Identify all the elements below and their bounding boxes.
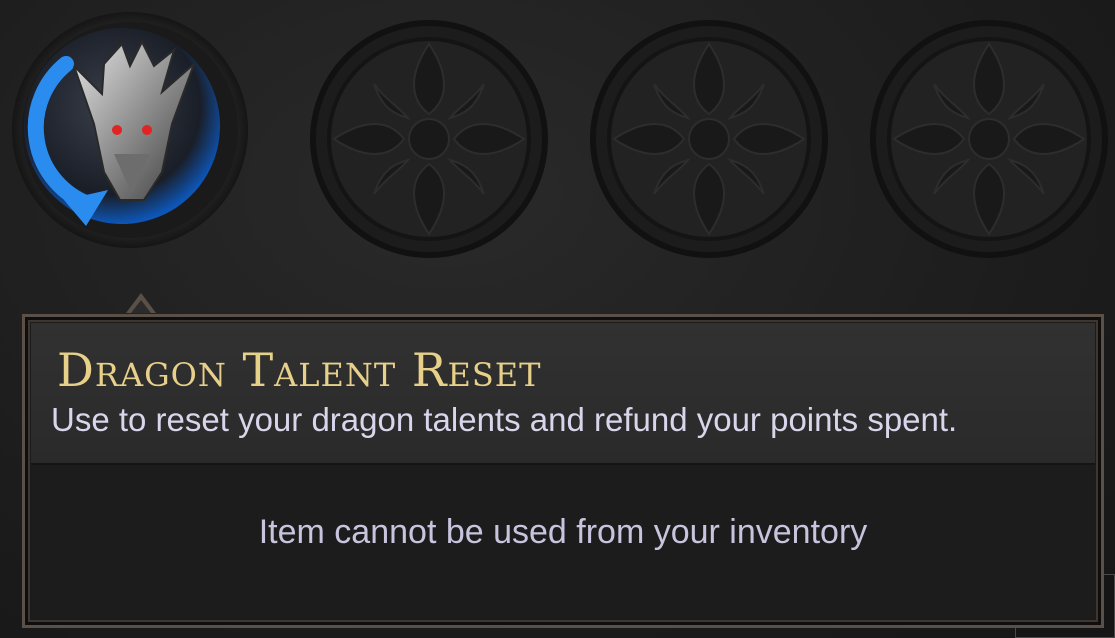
tooltip-pointer bbox=[126, 293, 156, 313]
dragon-head-icon bbox=[12, 12, 248, 248]
empty-slot-ornament-icon[interactable] bbox=[864, 14, 1114, 264]
item-title: Dragon Talent Reset bbox=[57, 343, 542, 397]
empty-slot-ornament-icon[interactable] bbox=[304, 14, 554, 264]
tooltip-body: Item cannot be used from your inventory bbox=[31, 465, 1095, 619]
tooltip-header: Dragon Talent Reset Use to reset your dr… bbox=[31, 323, 1095, 465]
item-tooltip: Dragon Talent Reset Use to reset your dr… bbox=[22, 314, 1104, 628]
item-description: Use to reset your dragon talents and ref… bbox=[51, 401, 958, 438]
empty-slot-ornament-icon[interactable] bbox=[584, 14, 834, 264]
item-usage-status: Item cannot be used from your inventory bbox=[258, 513, 868, 551]
inventory-slot-1[interactable]: x3 bbox=[0, 0, 1115, 638]
